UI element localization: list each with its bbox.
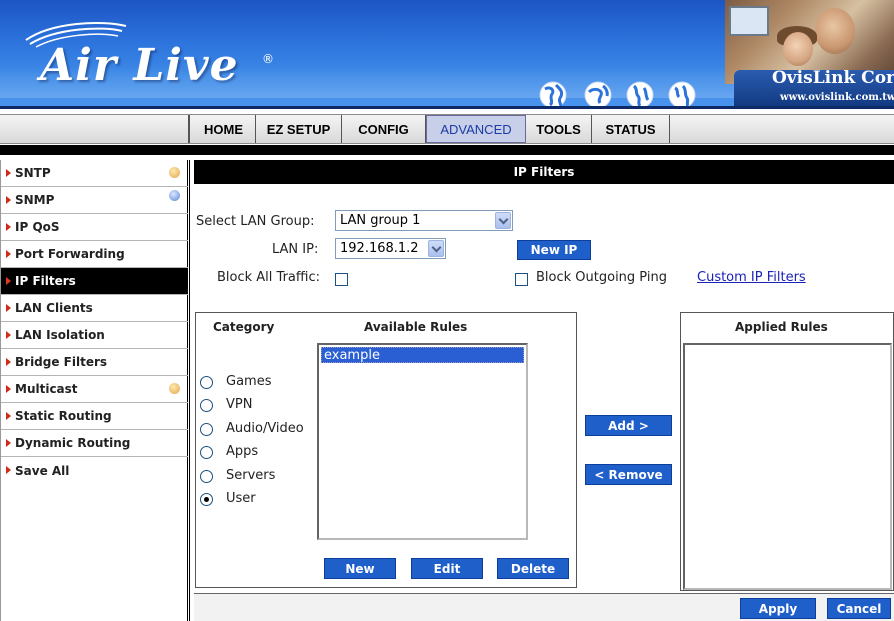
sidebar-item-dynamic-routing[interactable]: Dynamic Routing — [1, 430, 188, 457]
nav-spacer — [0, 115, 190, 143]
sidebar-item-ip-filters[interactable]: IP Filters — [1, 268, 188, 295]
sidebar-item-static-routing[interactable]: Static Routing — [1, 403, 188, 430]
brand-logo: Air Live — [40, 40, 239, 91]
arrow-icon — [6, 169, 11, 177]
available-rules-list[interactable]: example — [317, 343, 528, 540]
block-ping-label: Block Outgoing Ping — [536, 270, 667, 285]
status-dot-icon — [169, 383, 180, 394]
lan-ip-value: 192.168.1.2 — [340, 241, 419, 256]
globe-icon — [584, 81, 612, 108]
category-header: Category — [213, 320, 275, 334]
radio-audio-video[interactable] — [200, 423, 213, 436]
registered-mark: ® — [262, 52, 274, 66]
tab-ez-setup[interactable]: EZ SETUP — [256, 115, 342, 143]
add-rule-button[interactable]: Add > — [585, 415, 672, 436]
edit-rule-button[interactable]: Edit — [411, 558, 483, 579]
arrow-icon — [6, 466, 11, 474]
arrow-icon — [6, 196, 11, 204]
sidebar-item-label: LAN Isolation — [15, 328, 105, 342]
globe-icon — [668, 81, 696, 108]
block-ping-checkbox[interactable] — [515, 273, 528, 286]
sidebar-item-lan-clients[interactable]: LAN Clients — [1, 295, 188, 322]
arrow-icon — [6, 358, 11, 366]
sidebar: SNTP SNMP IP QoS Port Forwarding IP Filt… — [0, 160, 190, 621]
tab-advanced[interactable]: ADVANCED — [426, 115, 526, 143]
chevron-down-icon — [428, 240, 444, 257]
custom-ip-filters-link[interactable]: Custom IP Filters — [697, 270, 806, 285]
block-all-checkbox[interactable] — [335, 273, 348, 286]
lan-group-value: LAN group 1 — [340, 213, 421, 228]
block-all-label: Block All Traffic: — [217, 270, 320, 285]
company-url: www.ovislink.com.tw — [780, 92, 894, 103]
category-label: Servers — [226, 468, 276, 483]
remove-rule-button[interactable]: < Remove — [585, 464, 672, 485]
banner-divider — [0, 106, 894, 109]
arrow-icon — [6, 439, 11, 447]
lan-ip-select[interactable]: 192.168.1.2 — [335, 238, 446, 259]
sidebar-item-label: SNMP — [15, 193, 55, 207]
radio-vpn[interactable] — [200, 399, 213, 412]
sidebar-item-multicast[interactable]: Multicast — [1, 376, 188, 403]
arrow-icon — [6, 304, 11, 312]
new-ip-button[interactable]: New IP — [517, 240, 591, 260]
sidebar-item-label: IP QoS — [15, 220, 60, 234]
sidebar-item-label: SNTP — [15, 166, 51, 180]
category-label: VPN — [226, 397, 253, 412]
nav-underbar — [0, 145, 894, 155]
cancel-button[interactable]: Cancel — [827, 598, 891, 619]
top-nav: HOME EZ SETUP CONFIG ADVANCED TOOLS STAT… — [0, 114, 894, 144]
arrow-icon — [6, 385, 11, 393]
arrow-icon — [6, 277, 11, 285]
status-dot-icon — [169, 190, 180, 201]
sidebar-item-label: Save All — [15, 463, 70, 478]
radio-games[interactable] — [200, 376, 213, 389]
tab-config[interactable]: CONFIG — [342, 115, 426, 143]
sidebar-item-label: LAN Clients — [15, 301, 93, 315]
radio-apps[interactable] — [200, 446, 213, 459]
sidebar-item-bridge-filters[interactable]: Bridge Filters — [1, 349, 188, 376]
category-label: Apps — [226, 444, 259, 459]
lan-ip-label: LAN IP: — [272, 242, 319, 257]
category-label: Games — [226, 374, 272, 389]
sidebar-item-save-all[interactable]: Save All — [1, 457, 188, 484]
sidebar-item-port-forwarding[interactable]: Port Forwarding — [1, 241, 188, 268]
sidebar-item-label: IP Filters — [15, 274, 76, 288]
radio-servers[interactable] — [200, 470, 213, 483]
sidebar-item-snmp[interactable]: SNMP — [1, 187, 188, 214]
chevron-down-icon — [495, 212, 511, 229]
tab-tools[interactable]: TOOLS — [526, 115, 592, 143]
sidebar-item-sntp[interactable]: SNTP — [1, 160, 188, 187]
category-label: Audio/Video — [226, 421, 304, 436]
company-name: OvisLink Corp. — [772, 68, 894, 88]
tab-home[interactable]: HOME — [192, 115, 256, 143]
arrow-icon — [6, 412, 11, 420]
arrow-icon — [6, 223, 11, 231]
header-banner: Air Live ® OvisLink Corp. www.ovislink.c… — [0, 0, 894, 108]
category-label: User — [226, 491, 256, 506]
list-item[interactable]: example — [321, 347, 524, 363]
status-dot-icon — [169, 167, 180, 178]
arrow-icon — [6, 250, 11, 258]
page-title: IP Filters — [194, 160, 894, 184]
new-rule-button[interactable]: New — [324, 558, 396, 579]
arrow-icon — [6, 331, 11, 339]
delete-rule-button[interactable]: Delete — [497, 558, 569, 579]
applied-rules-header: Applied Rules — [735, 320, 828, 334]
apply-button[interactable]: Apply — [740, 598, 816, 619]
sidebar-item-label: Dynamic Routing — [15, 436, 131, 450]
sidebar-item-label: Static Routing — [15, 409, 112, 423]
sidebar-item-ip-qos[interactable]: IP QoS — [1, 214, 188, 241]
lan-group-label: Select LAN Group: — [196, 214, 315, 229]
globe-icon — [626, 81, 654, 108]
sidebar-item-label: Bridge Filters — [15, 355, 108, 369]
radio-user[interactable] — [200, 493, 213, 506]
globe-icon — [539, 81, 567, 108]
available-rules-header: Available Rules — [364, 320, 468, 334]
applied-rules-list[interactable] — [683, 343, 892, 590]
sidebar-item-lan-isolation[interactable]: LAN Isolation — [1, 322, 188, 349]
sidebar-item-label: Port Forwarding — [15, 247, 125, 261]
lan-group-select[interactable]: LAN group 1 — [335, 210, 513, 231]
tab-status[interactable]: STATUS — [592, 115, 670, 143]
sidebar-item-label: Multicast — [15, 382, 78, 396]
